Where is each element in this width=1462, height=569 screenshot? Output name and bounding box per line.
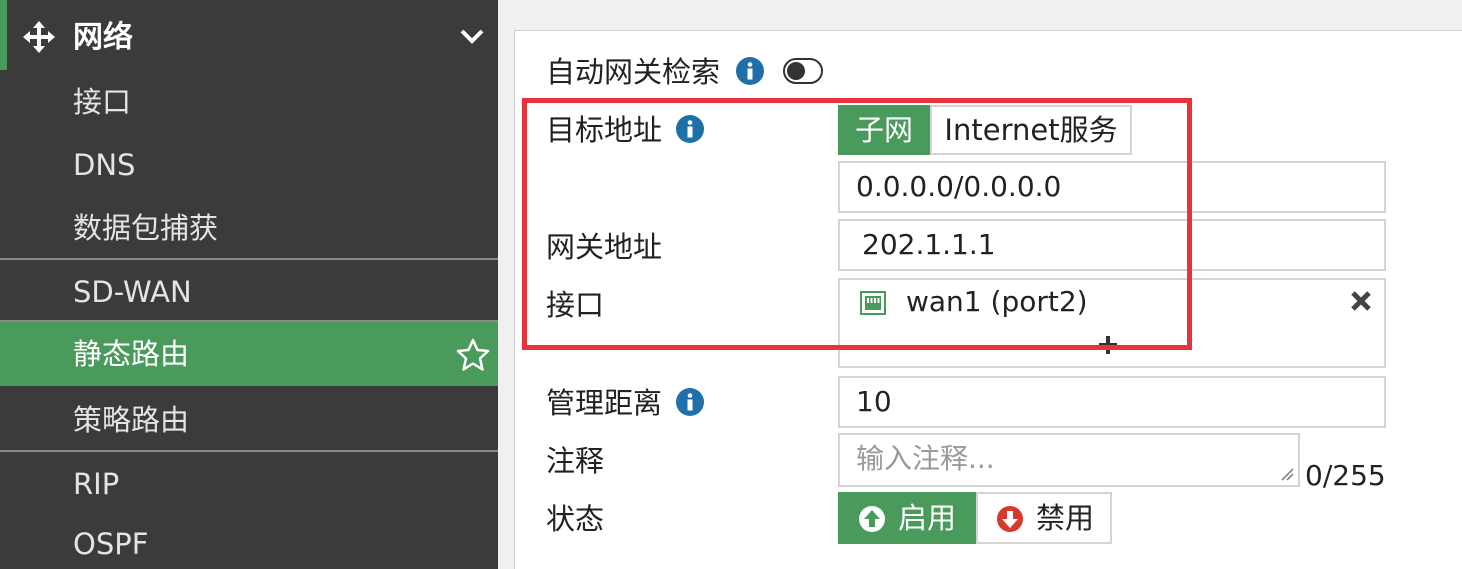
status-enable-label: 启用 xyxy=(898,501,957,535)
status-disable-label: 禁用 xyxy=(1036,501,1095,535)
arrow-up-circle-icon xyxy=(859,506,885,532)
gateway-input[interactable]: 202.1.1.1 xyxy=(838,219,1386,271)
resize-grip-icon[interactable] xyxy=(1280,467,1294,481)
sidebar-section-network[interactable]: 网络 xyxy=(0,0,498,70)
sidebar-item-sd-wan[interactable]: SD-WAN xyxy=(0,260,498,324)
interface-value: wan1 (port2) xyxy=(906,285,1088,318)
admin-distance-value: 10 xyxy=(856,385,892,418)
sidebar-item-label: 数据包捕获 xyxy=(73,211,219,245)
comment-label: 注释 xyxy=(546,444,605,478)
sidebar-item-packet-capture[interactable]: 数据包捕获 xyxy=(0,196,498,260)
star-favorite-icon[interactable] xyxy=(456,338,490,372)
close-icon[interactable] xyxy=(1348,288,1374,314)
sidebar-item-label: OSPF xyxy=(73,527,149,561)
network-port-icon xyxy=(860,291,886,315)
sidebar-item-dns[interactable]: DNS xyxy=(0,133,498,197)
destination-subnet-input[interactable]: 0.0.0.0/0.0.0.0 xyxy=(838,161,1386,213)
comment-placeholder: 输入注释... xyxy=(856,442,995,475)
info-icon[interactable] xyxy=(735,56,765,86)
move-arrows-icon xyxy=(23,21,55,53)
chevron-down-icon[interactable] xyxy=(458,26,486,46)
sidebar-section-title: 网络 xyxy=(73,20,133,55)
info-icon[interactable] xyxy=(675,114,705,144)
status-label: 状态 xyxy=(546,502,605,536)
section-accent-bar xyxy=(0,0,7,70)
sidebar-item-rip[interactable]: RIP xyxy=(0,452,498,516)
arrow-down-circle-icon xyxy=(997,506,1023,532)
gateway-label: 网关地址 xyxy=(546,230,663,264)
auto-gateway-label: 自动网关检索 xyxy=(546,55,721,89)
add-icon[interactable] xyxy=(1098,335,1118,355)
sidebar-item-label: DNS xyxy=(73,148,136,182)
admin-distance-input[interactable]: 10 xyxy=(838,376,1386,428)
auto-gateway-toggle[interactable] xyxy=(783,58,823,84)
static-route-form: 自动网关检索 目标地址 子网 Internet服务 0.0.0.0/0.0.0.… xyxy=(514,30,1462,569)
destination-label: 目标地址 xyxy=(546,113,663,147)
destination-subnet-button[interactable]: 子网 xyxy=(838,105,930,155)
sidebar-item-ospf[interactable]: OSPF xyxy=(0,512,498,569)
sidebar-item-label: RIP xyxy=(73,467,120,501)
admin-distance-label: 管理距离 xyxy=(546,386,663,420)
sidebar-item-label: 接口 xyxy=(73,85,132,119)
sidebar-item-label: 静态路由 xyxy=(73,337,190,371)
sidebar-item-policy-routes[interactable]: 策略路由 xyxy=(0,388,498,452)
sidebar-item-label: SD-WAN xyxy=(73,275,192,309)
comment-textarea[interactable]: 输入注释... xyxy=(838,433,1300,487)
interface-select[interactable]: wan1 (port2) xyxy=(838,278,1386,368)
toggle-knob xyxy=(787,62,805,80)
sidebar-item-interfaces[interactable]: 接口 xyxy=(0,70,498,134)
sidebar-item-label: 策略路由 xyxy=(73,403,190,437)
info-icon[interactable] xyxy=(675,387,705,417)
status-enable-button[interactable]: 启用 xyxy=(838,492,976,544)
status-disable-button[interactable]: 禁用 xyxy=(976,492,1112,544)
interface-label: 接口 xyxy=(546,288,605,322)
sidebar: 网络 接口 DNS 数据包捕获 SD-WAN 静态路由 策略路由 RIP OSP… xyxy=(0,0,498,569)
destination-subnet-value: 0.0.0.0/0.0.0.0 xyxy=(856,170,1062,203)
sidebar-item-static-routes[interactable]: 静态路由 xyxy=(0,322,498,386)
destination-internet-service-button[interactable]: Internet服务 xyxy=(930,105,1132,155)
gateway-value: 202.1.1.1 xyxy=(862,228,996,261)
comment-char-counter: 0/255 xyxy=(1305,459,1386,492)
